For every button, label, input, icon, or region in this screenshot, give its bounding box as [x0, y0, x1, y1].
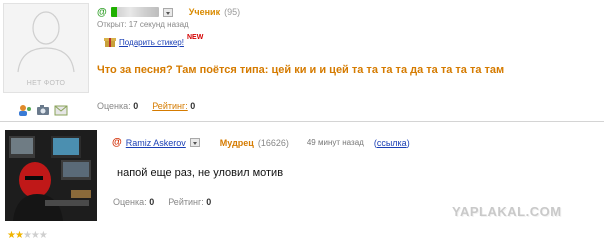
post2-stats: Оценка: 0 Рейтинг: 0 — [113, 197, 211, 207]
author-rank-points: (16626) — [257, 137, 289, 148]
rank-score-label: Рейтинг: — [168, 197, 204, 207]
star-icon[interactable]: ★ — [23, 230, 32, 241]
rating-value: 0 — [149, 197, 155, 207]
rating: Оценка: 0 — [97, 101, 138, 111]
rank-score: Рейтинг: 0 — [168, 197, 211, 207]
star-icon[interactable]: ★ — [15, 230, 24, 241]
chevron-down-icon[interactable] — [162, 7, 173, 17]
permalink: (ссылка) — [373, 137, 410, 148]
message-envelope-icon[interactable] — [54, 103, 68, 116]
post1-stats: Оценка: 0 Рейтинг: 0 — [97, 101, 195, 111]
new-badge: NEW — [186, 34, 204, 41]
rank-score: Рейтинг: 0 — [152, 101, 195, 111]
star-icon[interactable]: ★ — [31, 230, 40, 241]
answer-author-avatar[interactable] — [5, 130, 97, 221]
post2-header: @ Ramiz Askerov Мудрец (16626) 49 минут … — [112, 137, 410, 148]
author-rank: Ученик — [188, 7, 221, 17]
star-icon[interactable]: ★ — [7, 230, 16, 241]
author-name-hidden[interactable] — [110, 7, 159, 17]
divider — [0, 121, 604, 122]
permalink-link[interactable]: ссылка — [377, 138, 407, 148]
post-time: 49 минут назад — [306, 138, 364, 147]
add-friend-icon[interactable] — [18, 103, 32, 116]
user-silhouette-icon — [17, 11, 75, 73]
rating: Оценка: 0 — [113, 197, 154, 207]
star-rating: ★★★★★ — [7, 230, 48, 241]
photo-camera-icon[interactable] — [36, 103, 50, 115]
avatar-photo — [5, 130, 97, 221]
author-name-link[interactable]: Ramiz Askerov — [126, 138, 186, 148]
rank-score-value: 0 — [206, 197, 212, 207]
rank-score-link[interactable]: Рейтинг: — [152, 101, 188, 111]
gift-icon — [104, 36, 116, 49]
opened-timestamp: Открыт: 17 секунд назад — [97, 20, 189, 29]
rating-value: 0 — [133, 101, 139, 111]
chevron-down-icon[interactable] — [189, 138, 200, 147]
author-rank: Мудрец — [219, 137, 254, 148]
rating-label: Оценка: — [97, 101, 131, 111]
question-text: Что за песня? Там поётся типа: цей ки и … — [97, 64, 505, 76]
no-photo-label: НЕТ ФОТО — [26, 80, 66, 87]
gift-sticker-link[interactable]: Подарить стикер! — [119, 38, 184, 47]
at-sign-icon: @ — [112, 137, 122, 148]
gift-sticker-row: Подарить стикер! NEW — [104, 34, 204, 49]
author-rank-points: (95) — [224, 7, 241, 17]
answer-text: напой еще раз, не уловил мотив — [117, 167, 284, 179]
star-icon[interactable]: ★ — [39, 230, 48, 241]
site-watermark: YAPLAKAL.COM — [452, 204, 562, 219]
at-sign-icon: @ — [97, 6, 107, 18]
rating-label: Оценка: — [113, 197, 147, 207]
post1-header: @ Ученик (95) — [97, 5, 240, 19]
rank-score-value: 0 — [190, 101, 196, 111]
avatar-no-photo[interactable]: НЕТ ФОТО — [3, 3, 89, 93]
user-action-icons — [18, 103, 68, 116]
